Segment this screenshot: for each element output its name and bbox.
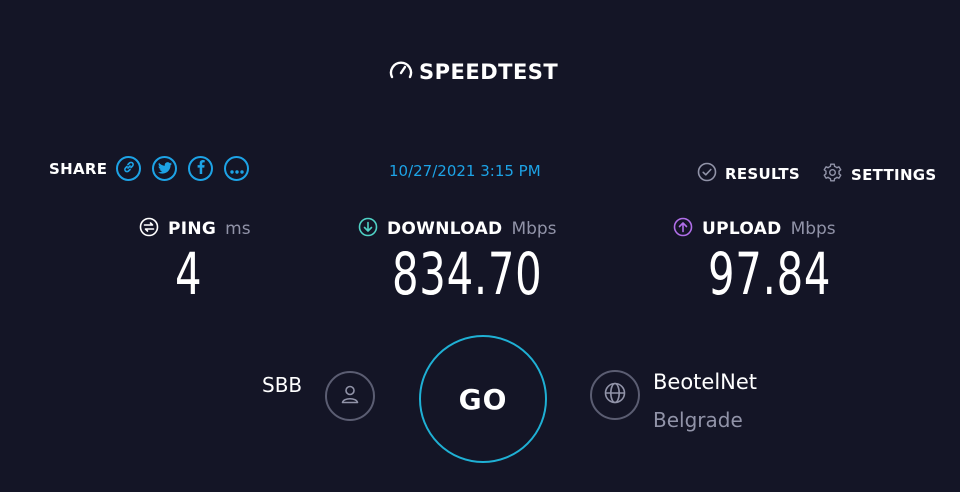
link-icon [122,159,136,178]
go-label: GO [458,382,508,416]
more-icon [230,159,244,178]
speedtest-logo: SPEEDTEST [389,60,558,84]
share-bar: SHARE [49,156,260,181]
test-timestamp: 10/27/2021 3:15 PM [389,162,541,180]
user-icon [339,383,361,409]
upload-label: UPLOAD [702,219,782,239]
share-link-button[interactable] [116,156,142,181]
download-label: DOWNLOAD [387,219,503,239]
settings-label: SETTINGS [851,165,937,184]
download-value: 834.70 [392,240,543,308]
ping-unit: ms [225,219,251,239]
globe-icon [603,381,627,409]
upload-value: 97.84 [708,240,832,308]
upload-arrow-icon [673,217,693,241]
isp-user-button[interactable] [325,371,375,421]
go-button[interactable]: GO [419,335,547,463]
share-facebook-button[interactable] [188,156,214,181]
share-label: SHARE [49,159,108,178]
check-circle-icon [697,162,717,186]
server-globe-button[interactable] [590,370,640,420]
upload-header: UPLOAD Mbps [673,217,836,241]
ping-header: PING ms [139,217,251,241]
share-more-button[interactable] [224,156,250,181]
logo-text: SPEEDTEST [419,60,559,84]
ping-value: 4 [175,240,203,308]
server-name[interactable]: BeotelNet [653,370,757,394]
isp-name: SBB [262,373,303,397]
download-header: DOWNLOAD Mbps [358,217,557,241]
gear-icon [822,162,843,187]
twitter-icon [157,159,172,178]
results-link[interactable]: RESULTS [697,162,800,186]
settings-link[interactable]: SETTINGS [822,162,937,187]
server-location: Belgrade [653,408,743,432]
ping-label: PING [168,219,217,239]
download-unit: Mbps [511,219,557,239]
results-label: RESULTS [725,165,800,183]
ping-icon [139,217,159,241]
download-arrow-icon [358,217,378,241]
gauge-icon [389,60,413,84]
facebook-icon [197,159,205,178]
upload-unit: Mbps [790,219,836,239]
share-twitter-button[interactable] [152,156,178,181]
